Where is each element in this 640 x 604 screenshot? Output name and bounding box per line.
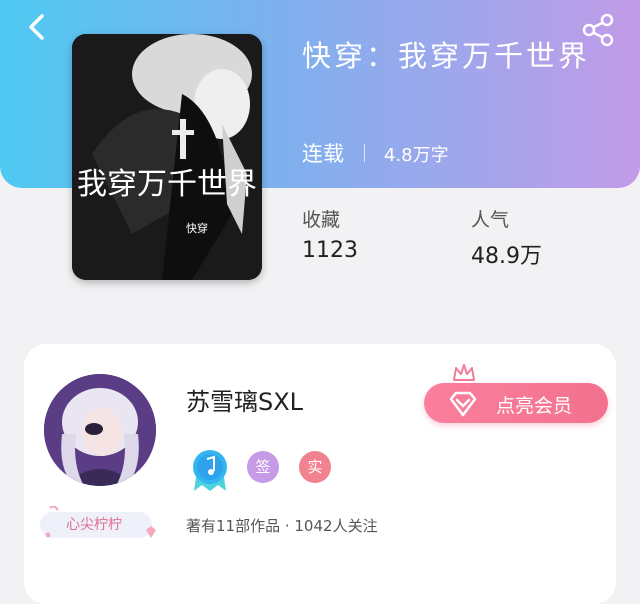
crown-icon	[453, 364, 475, 381]
favorites-label: 收藏	[302, 209, 341, 231]
verified-badge: 实	[299, 451, 331, 483]
book-title: 快穿：我穿万千世界	[302, 39, 591, 73]
author-name[interactable]: 苏雪璃SXL	[186, 382, 303, 417]
cover-title-text: 我穿万千世界	[77, 167, 257, 202]
avatar[interactable]	[44, 374, 156, 486]
popularity-label: 人气	[471, 209, 510, 231]
popularity-value: 48.9万	[471, 244, 542, 269]
fan-tag-label: 心尖柠柠	[66, 517, 122, 533]
status-divider	[364, 144, 365, 162]
word-count: 4.8万字	[384, 145, 449, 166]
cover-subtitle-text: 快穿	[186, 221, 208, 235]
music-badge-icon	[193, 450, 227, 491]
signed-badge: 签	[247, 451, 279, 483]
back-icon[interactable]	[22, 12, 52, 42]
diamond-icon	[449, 391, 477, 417]
status-badge: 连载	[302, 142, 344, 166]
favorites-value: 1123	[302, 238, 358, 263]
author-works-info: 著有11部作品 · 1042人关注	[186, 517, 378, 535]
book-cover[interactable]: 我穿万千世界 快穿	[72, 34, 262, 280]
vip-button-label: 点亮会员	[496, 395, 573, 417]
